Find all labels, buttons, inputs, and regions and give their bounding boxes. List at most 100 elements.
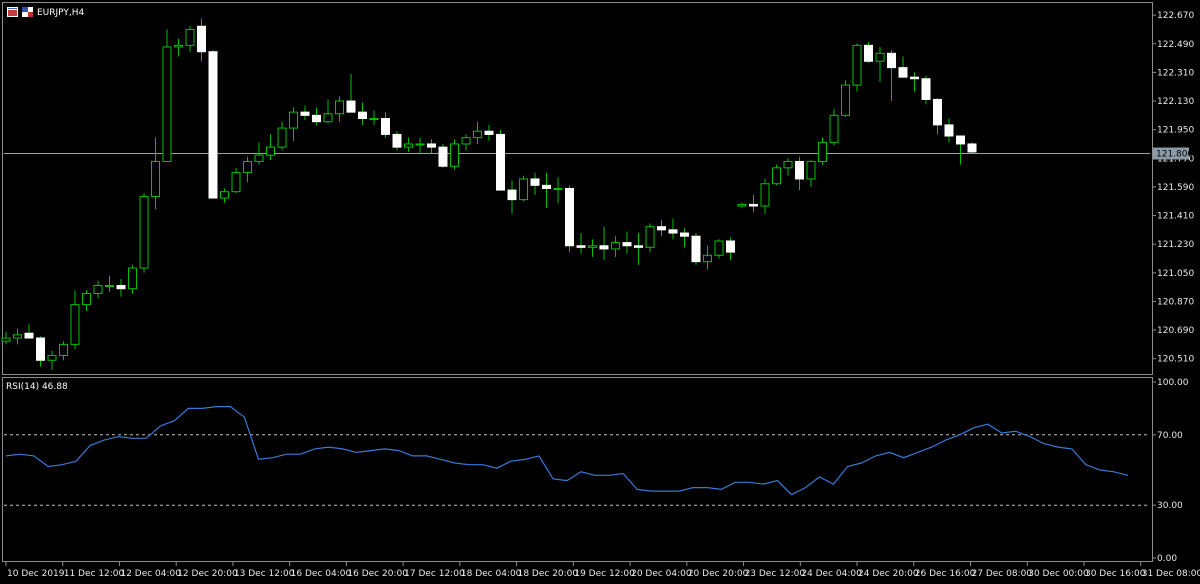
candle-body-bear <box>634 245 643 248</box>
candle <box>668 218 678 240</box>
candle <box>703 245 712 270</box>
candle-body-bear <box>967 143 977 153</box>
candle <box>358 102 367 125</box>
candle <box>967 142 977 154</box>
price-tick-label: 121.950 <box>1157 126 1194 136</box>
candle <box>921 75 931 105</box>
time-tick-label: 13 Dec 12:00 <box>234 569 295 579</box>
candle-body-bull <box>93 285 103 294</box>
candle-body-bear <box>197 25 206 53</box>
candle <box>266 134 275 160</box>
candle <box>36 336 45 367</box>
candle <box>956 135 965 165</box>
chart-window-icon <box>7 7 18 17</box>
candle <box>806 159 816 187</box>
candle <box>691 233 701 265</box>
candle <box>519 175 528 202</box>
candle-body-bull <box>323 113 333 123</box>
time-tick-label: 12 Dec 04:00 <box>120 569 181 579</box>
candle <box>404 137 413 152</box>
candle <box>128 264 137 294</box>
time-tick-label: 17 Dec 12:00 <box>404 569 465 579</box>
candle <box>105 275 114 292</box>
candle <box>530 172 540 195</box>
candle <box>933 97 942 135</box>
candle-body-bull <box>335 100 344 115</box>
candle <box>795 156 804 191</box>
price-tick-label: 120.870 <box>1157 297 1194 307</box>
candle <box>507 180 517 214</box>
candle-body-bull <box>174 44 183 48</box>
candle-body-bull <box>841 84 850 116</box>
candle-body-bull <box>806 160 816 180</box>
candle-body-bear <box>622 242 632 247</box>
candle <box>887 50 896 102</box>
candle-body-bull <box>47 355 57 361</box>
price-tick-label: 121.050 <box>1157 269 1194 279</box>
candle-body-bull <box>760 183 770 207</box>
candle-body-bull <box>289 111 298 129</box>
candle <box>197 18 206 62</box>
time-tick-label: 16 Dec 20:00 <box>347 569 408 579</box>
candle-body-bull <box>266 146 275 156</box>
rsi-tick-label: 0.00 <box>1157 554 1177 564</box>
candle <box>323 99 333 124</box>
candle <box>220 188 229 203</box>
time-tick-label: 31 Dec 08:00 <box>1142 569 1200 579</box>
candle-body-bear <box>346 100 356 113</box>
candle <box>841 80 850 117</box>
price-tick-label: 122.130 <box>1157 97 1194 107</box>
candle <box>749 194 758 213</box>
candle-body-bull <box>105 285 114 288</box>
candle-body-bear <box>749 203 758 207</box>
candle-body-bull <box>254 154 264 162</box>
price-axis: 122.670122.490122.310122.130121.950121.7… <box>1152 11 1194 365</box>
candle-body-bull <box>243 160 252 174</box>
candle <box>484 124 494 141</box>
candle-body-bull <box>461 137 471 145</box>
candle <box>576 233 586 254</box>
price-tick-label: 120.510 <box>1157 355 1194 365</box>
candle-body-bull <box>139 195 149 269</box>
time-tick-label: 18 Dec 04:00 <box>461 569 522 579</box>
candle <box>231 167 241 194</box>
current-price-line: 121.800 <box>4 147 1193 160</box>
candle-body-bull <box>70 304 80 345</box>
candle-body-bull <box>703 254 712 263</box>
rsi-tick-label: 100.00 <box>1157 378 1189 388</box>
candle <box>381 112 390 138</box>
candle <box>657 220 666 237</box>
candle <box>174 38 183 57</box>
time-tick-label: 20 Dec 20:00 <box>688 569 749 579</box>
price-tick-label: 120.690 <box>1157 326 1194 336</box>
price-tick-label: 121.410 <box>1157 212 1194 222</box>
time-tick-label: 11 Dec 12:00 <box>64 569 125 579</box>
time-tick-label: 16 Dec 04:00 <box>291 569 352 579</box>
candle <box>438 143 448 168</box>
candle-body-bear <box>116 285 126 290</box>
candle-body-bear <box>381 118 390 135</box>
candle-body-bear <box>208 51 218 199</box>
candle <box>289 107 298 141</box>
candle-body-bull <box>162 46 172 162</box>
candle-body-bear <box>392 133 402 148</box>
candle-body-bull <box>818 141 827 162</box>
candle-body-bear <box>496 133 505 191</box>
candle <box>70 290 80 350</box>
time-tick-label: 23 Dec 12:00 <box>745 569 806 579</box>
candle <box>415 137 425 154</box>
candle <box>47 350 57 370</box>
candle <box>645 223 655 253</box>
candle <box>611 236 620 257</box>
candle-body-bull <box>553 188 563 190</box>
rsi-panel-frame <box>2 377 1153 562</box>
candle <box>461 134 471 151</box>
candle <box>680 228 689 248</box>
chart-canvas: EURJPY,H4 RSI(14) 46.88 122.670 122.490 12… <box>1 2 1200 579</box>
time-tick-label: 18 Dec 20:00 <box>518 569 579 579</box>
candle-body-bull <box>1 337 11 342</box>
candle-body-bull <box>128 267 137 290</box>
main-panel-frame <box>2 2 1153 375</box>
candle <box>829 108 839 146</box>
candle-body-bull <box>231 172 241 193</box>
